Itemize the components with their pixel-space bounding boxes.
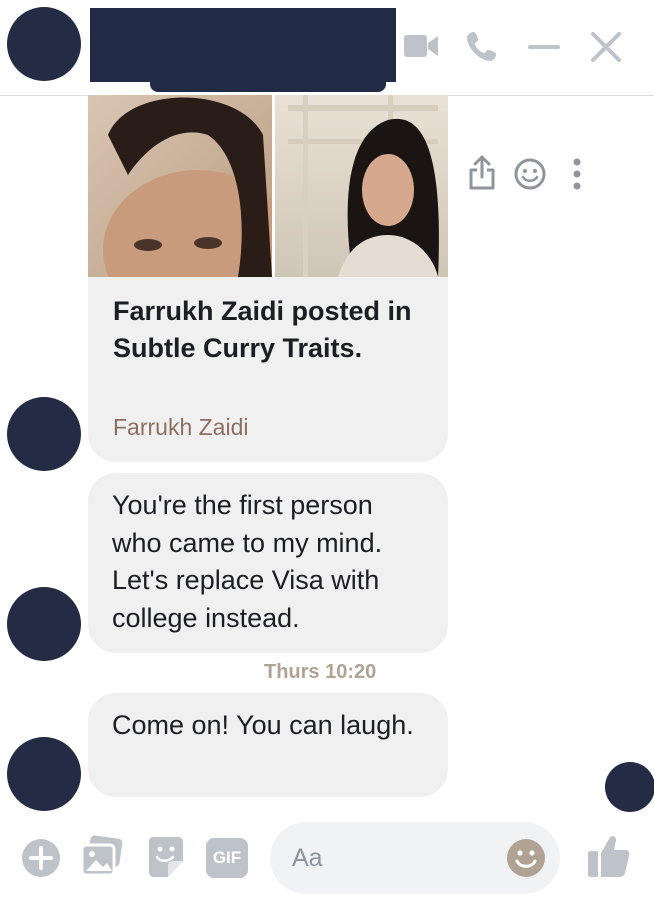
message-input[interactable]: Aa xyxy=(270,822,560,894)
add-more-icon[interactable] xyxy=(21,838,61,878)
sender-avatar[interactable] xyxy=(7,737,81,811)
gif-icon[interactable]: GIF xyxy=(206,838,248,878)
contact-avatar[interactable] xyxy=(7,7,81,81)
voice-call-icon[interactable] xyxy=(466,30,498,62)
video-call-icon[interactable] xyxy=(403,32,439,60)
redaction-bar xyxy=(150,80,386,92)
message-input-placeholder: Aa xyxy=(292,844,323,872)
like-thumb-icon[interactable] xyxy=(587,833,631,879)
message-bubble[interactable]: You're the first person who came to my m… xyxy=(88,473,448,653)
chat-header xyxy=(0,0,654,96)
sender-avatar[interactable] xyxy=(7,397,81,471)
read-receipt-avatar xyxy=(605,762,654,812)
sender-avatar[interactable] xyxy=(7,587,81,661)
sticker-icon[interactable] xyxy=(146,835,186,879)
minimize-icon[interactable] xyxy=(528,44,560,50)
post-preview-image[interactable] xyxy=(88,95,448,277)
close-icon[interactable] xyxy=(590,31,622,63)
photo-icon[interactable] xyxy=(80,835,124,879)
post-title: Farrukh Zaidi posted in Subtle Curry Tra… xyxy=(113,296,412,363)
react-emoji-icon[interactable] xyxy=(514,158,546,190)
more-options-icon[interactable] xyxy=(572,158,582,190)
message-timestamp: Thurs 10:20 xyxy=(264,661,377,683)
message-bubble[interactable]: Come on! You can laugh. xyxy=(88,693,448,797)
emoji-icon[interactable] xyxy=(506,838,546,878)
share-icon[interactable] xyxy=(468,155,496,191)
contact-name-redacted[interactable] xyxy=(90,8,396,82)
post-source: Farrukh Zaidi xyxy=(113,414,249,440)
shared-post-card[interactable]: Farrukh Zaidi posted in Subtle Curry Tra… xyxy=(88,95,448,462)
